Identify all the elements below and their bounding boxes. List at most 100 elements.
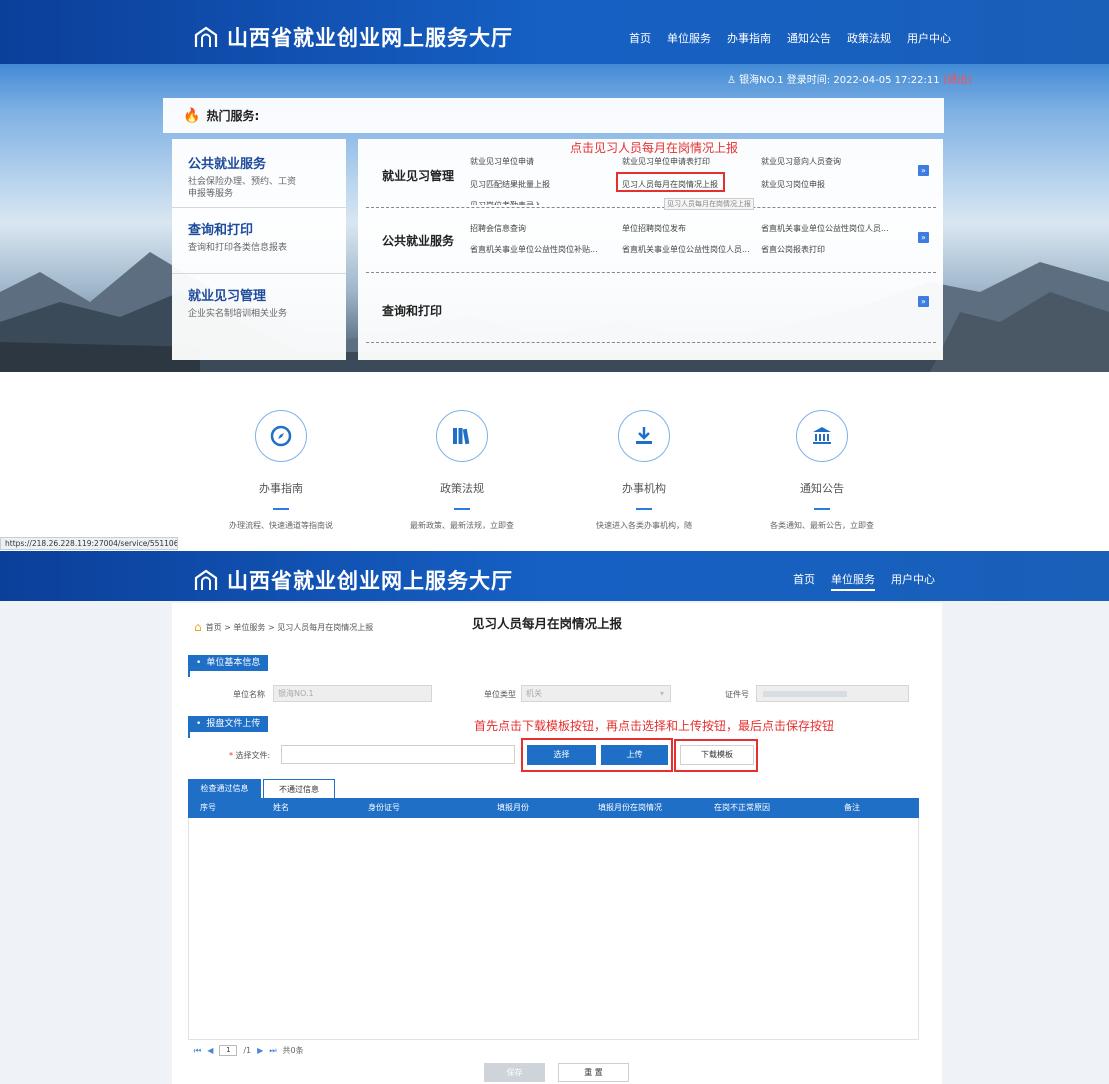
first-page-icon[interactable]: ⏮ (194, 1046, 201, 1056)
status-url: https://218.26.228.119:27004/service/551… (0, 537, 178, 550)
last-page-icon[interactable]: ⏭ (269, 1046, 276, 1056)
section-basic-info: 单位基本信息 (188, 655, 269, 671)
category-query-print[interactable]: 查询和打印 查询和打印各类信息报表 (188, 219, 298, 254)
top-navigation: 首页 单位服务 办事指南 通知公告 政策法规 用户中心 (629, 30, 967, 46)
download-icon (636, 427, 652, 444)
total-records: 共0条 (282, 1046, 304, 1055)
section-file-upload: 报盘文件上传 (188, 716, 269, 732)
cert-number-field[interactable] (756, 685, 909, 702)
link-tooltip: 见习人员每月在岗情况上报 (664, 198, 754, 210)
link-public-post-staff-2[interactable]: 省直机关事业单位公益性岗位人员... (622, 244, 750, 255)
guide-entry[interactable]: 办事指南 办理流程、快速通道等指南说 (211, 410, 351, 531)
unit-name-label: 单位名称 (233, 690, 265, 699)
annotation-click-monthly-report: 点击见习人员每月在岗情况上报 (570, 141, 739, 155)
double-chevron-down-icon[interactable]: » (918, 232, 929, 243)
page-title: 见习人员每月在岗情况上报 (472, 616, 623, 631)
section-head-internship: 就业见习管理 (382, 169, 455, 183)
col-remark: 备注 (844, 803, 860, 812)
divider (172, 273, 346, 274)
col-name: 姓名 (273, 803, 289, 812)
agency-entry[interactable]: 办事机构 快速进入各类办事机构，随 (574, 410, 714, 531)
category-internship[interactable]: 就业见习管理 企业实名制培训相关业务 (188, 285, 298, 320)
nav-guide[interactable]: 办事指南 (727, 30, 771, 46)
bank-icon (813, 427, 831, 444)
hot-services-label: 热门服务: (206, 109, 260, 123)
link-match-batch-report[interactable]: 见习匹配结果批量上报 (470, 179, 550, 190)
nav-home[interactable]: 首页 (629, 30, 651, 46)
link-public-post-report-print[interactable]: 省直公岗报表打印 (761, 244, 825, 255)
category-public-employment[interactable]: 公共就业服务 社会保险办理、预约、工资申报等服务 (188, 153, 298, 200)
nav-user-center[interactable]: 用户中心 (907, 30, 951, 46)
policy-entry[interactable]: 政策法规 最新政策、最新法规，立即查 (392, 410, 532, 531)
fire-icon: 🔥 (183, 107, 201, 124)
logout-link[interactable]: [退出] (944, 75, 972, 86)
chevron-down-icon: ▾ (659, 689, 664, 698)
double-chevron-down-icon[interactable]: » (918, 165, 929, 176)
compass-icon (270, 425, 292, 447)
nav-home[interactable]: 首页 (793, 571, 815, 591)
nav-unit-service[interactable]: 单位服务 (831, 571, 875, 591)
link-attendance-entry[interactable]: 见习岗位考勤表录入 (470, 200, 542, 205)
site-title: 山西省就业创业网上服务大厅 (227, 569, 513, 593)
site-logo[interactable]: 山西省就业创业网上服务大厅 (193, 22, 513, 52)
highlight-box-monthly-report (616, 172, 725, 192)
tab-failed[interactable]: 不通过信息 (263, 779, 335, 798)
link-public-post-subsidy[interactable]: 省直机关事业单位公益性岗位补贴... (470, 244, 598, 255)
next-page-icon[interactable]: ▶ (257, 1046, 263, 1055)
link-post-publish[interactable]: 单位招聘岗位发布 (622, 223, 686, 234)
nav-notice[interactable]: 通知公告 (787, 30, 831, 46)
breadcrumb: ⌂ 首页 > 单位服务 > 见习人员每月在岗情况上报 (194, 620, 374, 634)
books-icon (453, 428, 470, 445)
page-number-input[interactable]: 1 (219, 1045, 238, 1056)
site-title: 山西省就业创业网上服务大厅 (227, 26, 513, 50)
link-internship-intent-query[interactable]: 就业见习意向人员查询 (761, 156, 841, 167)
unit-type-select[interactable]: 机关 ▾ (521, 685, 671, 702)
section-head-query-print: 查询和打印 (382, 304, 443, 318)
col-month-status: 填报月份在岗情况 (598, 803, 662, 812)
prev-page-icon[interactable]: ◀ (207, 1046, 213, 1055)
table-body (188, 818, 919, 1040)
col-abnormal-reason: 在岗不正常原因 (714, 803, 770, 812)
bottom-header: 山西省就业创业网上服务大厅 首页 单位服务 用户中心 (0, 551, 1109, 601)
section-head-public-employment: 公共就业服务 (382, 234, 455, 248)
pagination: ⏮ ◀ 1 /1 ▶ ⏭ 共0条 (194, 1045, 310, 1056)
save-button[interactable]: 保存 (484, 1063, 545, 1082)
col-index: 序号 (200, 803, 216, 812)
notice-entry[interactable]: 通知公告 各类通知、最新公告，立即查 (752, 410, 892, 531)
divider (366, 272, 936, 273)
link-internship-unit-apply[interactable]: 就业见习单位申请 (470, 156, 534, 167)
logo-icon (194, 26, 218, 47)
bottom-navigation: 首页 单位服务 用户中心 (793, 571, 951, 591)
redacted-value (763, 691, 847, 697)
user-info-bar: ♙ 银海NO.1 登录时间: 2022-04-05 17:22:11 [退出] (727, 71, 971, 86)
highlight-box-select-upload (521, 738, 673, 772)
tab-passed[interactable]: 检查通过信息 (188, 779, 261, 798)
link-internship-post-apply[interactable]: 就业见习岗位申报 (761, 179, 825, 190)
reset-button[interactable]: 重 置 (558, 1063, 629, 1082)
divider (172, 207, 346, 208)
double-chevron-down-icon[interactable]: » (918, 296, 929, 307)
site-logo[interactable]: 山西省就业创业网上服务大厅 (193, 565, 513, 595)
unit-name-field[interactable]: 银海NO.1 (273, 685, 432, 702)
annotation-upload-steps: 首先点击下载模板按钮，再点击选择和上传按钮，最后点击保存按钮 (474, 719, 835, 733)
col-id-number: 身份证号 (368, 803, 400, 812)
col-report-month: 填报月份 (497, 803, 529, 812)
user-login-info: ♙ 银海NO.1 登录时间: 2022-04-05 17:22:11 (727, 75, 940, 86)
link-public-post-staff-1[interactable]: 省直机关事业单位公益性岗位人员... (761, 223, 889, 234)
file-label: * 选择文件: (229, 751, 271, 760)
link-internship-apply-print[interactable]: 就业见习单位申请表打印 (622, 156, 710, 167)
nav-unit-service[interactable]: 单位服务 (667, 30, 711, 46)
highlight-box-download (674, 739, 758, 772)
divider (366, 207, 936, 208)
nav-user-center[interactable]: 用户中心 (891, 571, 935, 591)
cert-label: 证件号 (725, 690, 749, 699)
logo-icon (194, 569, 218, 590)
table-header: 序号 姓名 身份证号 填报月份 填报月份在岗情况 在岗不正常原因 备注 (188, 798, 919, 818)
nav-policy[interactable]: 政策法规 (847, 30, 891, 46)
divider (366, 342, 936, 343)
home-icon[interactable]: ⌂ (194, 620, 202, 634)
link-job-fair-query[interactable]: 招聘会信息查询 (470, 223, 526, 234)
file-path-input[interactable] (281, 745, 515, 764)
unit-type-label: 单位类型 (484, 690, 516, 699)
screenshot-stage: 山西省就业创业网上服务大厅 首页 单位服务 办事指南 通知公告 政策法规 用户中… (0, 0, 1109, 1084)
